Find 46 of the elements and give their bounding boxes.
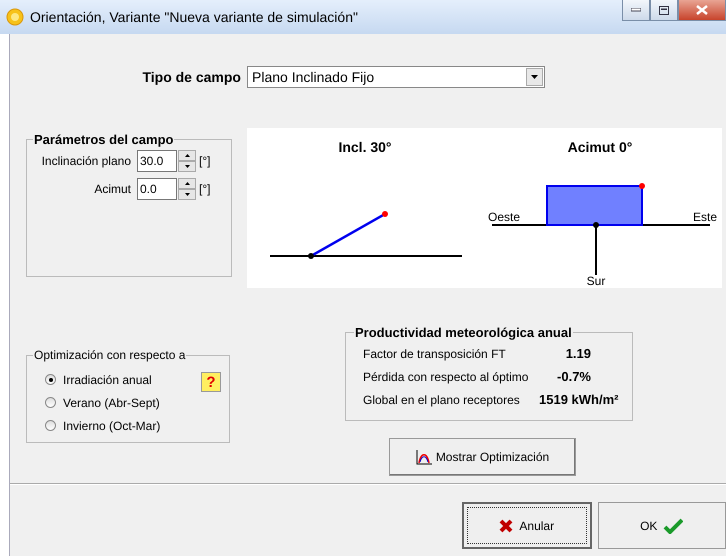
yield-value: -0.7% (556, 369, 591, 384)
sun-icon (6, 8, 24, 26)
unit-label: [°] (199, 182, 210, 196)
spin-buttons[interactable] (178, 150, 196, 172)
radio-label[interactable]: Irradiación anual (63, 372, 152, 386)
yield-value: 1.19 (564, 346, 591, 361)
yield-label: Factor de transposición FT (363, 346, 507, 360)
radio-button[interactable] (45, 397, 56, 408)
radio-label[interactable]: Verano (Abr-Sept) (63, 396, 160, 410)
east-label: Este (692, 210, 717, 224)
parameter-label: Acimut (93, 182, 131, 196)
maximize-icon (659, 6, 669, 14)
parameter-label: Inclinación plano (40, 154, 131, 168)
west-label: Oeste (488, 210, 520, 224)
group-title: Optimización con respecto a (33, 348, 186, 362)
close-icon (499, 518, 514, 532)
unit-label: [°] (199, 154, 210, 168)
window-title: Orientación, Variante "Nueva variante de simulación" (30, 9, 358, 25)
group-title: Parámetros del campo (33, 132, 174, 147)
checkmark-icon (663, 518, 684, 534)
azimuth-title: Acimut 0° (568, 139, 632, 155)
number-input[interactable]: 0.0 (137, 178, 177, 200)
maximize-button[interactable] (650, 0, 678, 21)
radio-label[interactable]: Invierno (Oct-Mar) (63, 418, 160, 432)
minimize-button[interactable] (622, 0, 650, 21)
yield-label: Pérdida con respecto al óptimo (363, 370, 530, 384)
south-label: Sur (586, 274, 606, 288)
field-type-dropdown[interactable]: Plano Inclinado Fijo (247, 66, 545, 88)
minimize-icon (631, 8, 641, 12)
ok-button[interactable]: OK (598, 502, 726, 549)
chart-icon (416, 450, 432, 464)
field-type-label: Tipo de campo (141, 69, 241, 85)
close-button[interactable] (678, 0, 726, 21)
caret-icon (531, 75, 538, 79)
cancel-button[interactable]: Anular (462, 502, 592, 549)
help-button[interactable]: ? (201, 372, 221, 392)
spin-buttons[interactable] (178, 178, 196, 200)
group-title: Productividad meteorológica anual (354, 325, 573, 340)
radio-button[interactable] (45, 374, 56, 385)
yield-label: Global en el plano receptores (363, 392, 521, 406)
close-icon (696, 5, 708, 15)
yield-value: 1519 kWh/m² (539, 392, 618, 407)
tilt-title: Incl. 30° (338, 139, 392, 155)
radio-button[interactable] (45, 420, 56, 431)
number-input[interactable]: 30.0 (137, 150, 177, 172)
show-optimization-button[interactable]: Mostrar Optimización (389, 438, 576, 476)
